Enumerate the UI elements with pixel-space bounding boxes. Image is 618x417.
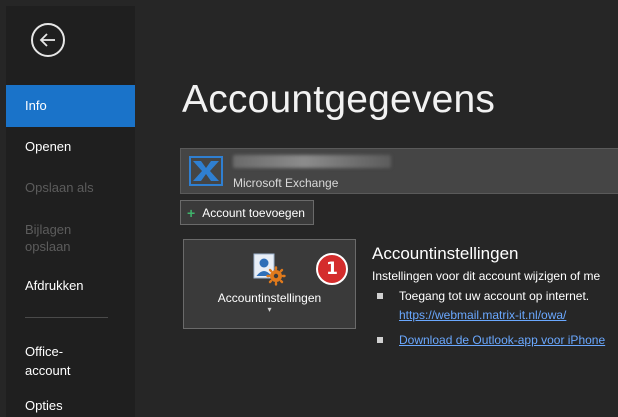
- nav-item-office-account[interactable]: Office-account: [6, 342, 86, 380]
- back-button[interactable]: [31, 23, 65, 57]
- nav-divider: [25, 317, 108, 318]
- bullet-icon: [377, 293, 383, 299]
- arrow-left-icon: [39, 33, 55, 47]
- page-title: Accountgegevens: [182, 78, 496, 121]
- step-badge: 1: [316, 253, 348, 285]
- owa-link[interactable]: https://webmail.matrix-it.nl/owa/: [399, 308, 566, 322]
- nav-item-bijlagen-opslaan: Bijlagen opslaan: [6, 221, 106, 255]
- nav-item-label: Opties: [25, 398, 63, 413]
- chevron-down-icon: ▾: [267, 305, 272, 314]
- backstage-view: Info Openen Opslaan als Bijlagen opslaan…: [6, 6, 618, 417]
- account-settings-description: Instellingen voor dit account wijzigen o…: [372, 269, 601, 283]
- add-account-label: Account toevoegen: [202, 205, 305, 220]
- nav-item-openen[interactable]: Openen: [6, 135, 135, 159]
- nav-item-opties[interactable]: Opties: [6, 394, 135, 417]
- account-email-redacted: [233, 155, 391, 168]
- account-selector[interactable]: Microsoft Exchange: [180, 148, 618, 194]
- nav-item-label: Bijlagen opslaan: [25, 222, 72, 254]
- nav-item-label: Info: [25, 98, 47, 113]
- account-settings-icon: [253, 253, 286, 286]
- plus-icon: +: [187, 204, 196, 221]
- account-settings-label: Accountinstellingen: [217, 291, 322, 305]
- account-settings-heading: Accountinstellingen: [372, 244, 519, 263]
- outlook-app-download-link[interactable]: Download de Outlook-app voor iPhone: [399, 333, 605, 347]
- nav-item-label: Afdrukken: [25, 278, 84, 293]
- nav-item-opslaan-als: Opslaan als: [6, 176, 135, 200]
- nav-item-afdrukken[interactable]: Afdrukken: [6, 274, 135, 298]
- nav-item-info[interactable]: Info: [6, 85, 135, 127]
- add-account-button[interactable]: + Account toevoegen: [180, 200, 314, 225]
- nav-item-label: Opslaan als: [25, 180, 94, 195]
- nav-item-label: Openen: [25, 139, 72, 154]
- main-content: Accountgegevens Microsoft Exchange + Acc…: [135, 6, 618, 417]
- account-type: Microsoft Exchange: [233, 176, 339, 190]
- exchange-icon: [189, 156, 223, 186]
- backstage-sidebar: Info Openen Opslaan als Bijlagen opslaan…: [6, 6, 135, 417]
- nav-item-label: Office-account: [25, 344, 71, 378]
- bullet-icon: [377, 337, 383, 343]
- web-access-text: Toegang tot uw account op internet.: [399, 289, 590, 303]
